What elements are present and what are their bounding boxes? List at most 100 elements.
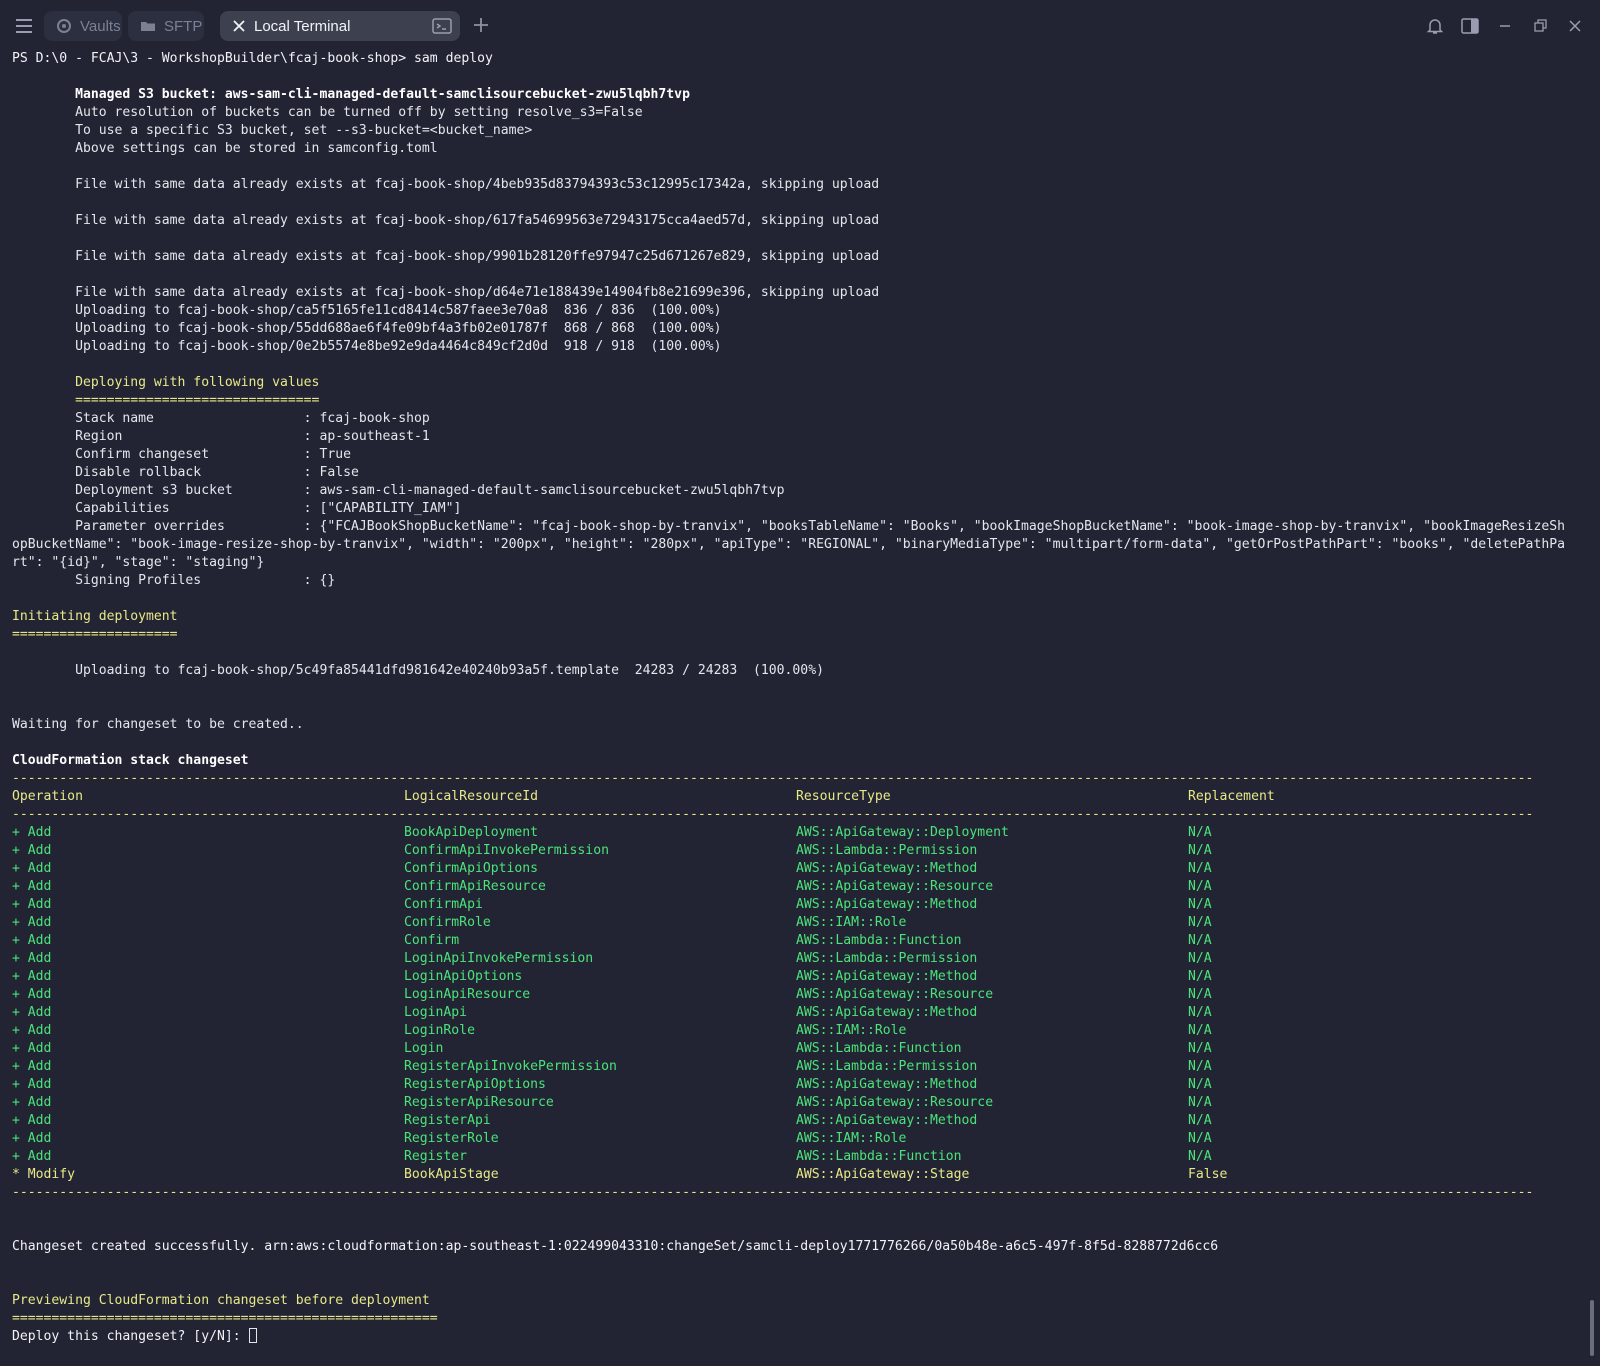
- resource-type-cell: AWS::IAM::Role: [796, 915, 907, 930]
- replacement-cell: N/A: [1188, 933, 1212, 948]
- confirm-prompt-line[interactable]: Deploy this changeset? [y/N]:: [12, 1328, 1590, 1346]
- preview-rule: ========================================…: [12, 1311, 438, 1326]
- table-row: + Add Login AWS::Lambda::Function N/A: [12, 1040, 1590, 1058]
- resource-type-cell: AWS::ApiGateway::Method: [796, 861, 978, 876]
- replacement-cell: N/A: [1188, 951, 1212, 966]
- split-view-icon[interactable]: [1459, 15, 1481, 37]
- operation-cell: + Add: [12, 861, 52, 876]
- table-row: + Add ConfirmRole AWS::IAM::Role N/A: [12, 914, 1590, 932]
- initiating-title: Initiating deployment: [12, 609, 178, 624]
- logical-resource-id-cell: RegisterApiInvokePermission: [404, 1059, 617, 1074]
- tab-local-terminal[interactable]: Local Terminal: [220, 11, 460, 41]
- restore-icon[interactable]: [1529, 15, 1551, 37]
- operation-cell: + Add: [12, 1077, 52, 1092]
- logical-resource-id-cell: RegisterApi: [404, 1113, 491, 1128]
- table-row: + Add LoginApiResource AWS::ApiGateway::Re…: [12, 986, 1590, 1004]
- operation-cell: + Add: [12, 1005, 52, 1020]
- file-exists-line: File with same data already exists at fc…: [12, 249, 880, 264]
- operation-cell: + Add: [12, 1113, 52, 1128]
- table-row: + Add ConfirmApi AWS::ApiGateway::Method N/…: [12, 896, 1590, 914]
- terminal-output[interactable]: PS D:\0 - FCAJ\3 - WorkshopBuilder\fcaj-…: [0, 50, 1590, 1366]
- s3-bucket-line: Managed S3 bucket: aws-sam-cli-managed-d…: [12, 87, 690, 102]
- tab-sftp[interactable]: SFTP: [128, 11, 204, 41]
- replacement-cell: N/A: [1188, 1041, 1212, 1056]
- resource-type-cell: AWS::Lambda::Function: [796, 1149, 962, 1164]
- bell-icon[interactable]: [1424, 15, 1446, 37]
- table-row: + Add RegisterApiInvokePermission AWS::Lam…: [12, 1058, 1590, 1076]
- operation-cell: + Add: [12, 1059, 52, 1074]
- logical-resource-id-cell: ConfirmRole: [404, 915, 491, 930]
- replacement-cell: N/A: [1188, 1005, 1212, 1020]
- replacement-cell: N/A: [1188, 1059, 1212, 1074]
- close-window-icon[interactable]: [1564, 15, 1586, 37]
- operation-cell: + Add: [12, 897, 52, 912]
- deploy-value-line: Deployment s3 bucket : aws-sam-cli-manag…: [12, 483, 785, 498]
- logical-resource-id-cell: ConfirmApiResource: [404, 879, 546, 894]
- logical-resource-id-cell: LoginApiResource: [404, 987, 531, 1002]
- replacement-cell: N/A: [1188, 1095, 1212, 1110]
- header-operation: Operation: [12, 789, 83, 804]
- operation-cell: + Add: [12, 1149, 52, 1164]
- confirm-prompt: Deploy this changeset? [y/N]:: [12, 1329, 249, 1344]
- dash-rule: ----------------------------------------…: [12, 807, 1534, 822]
- resource-type-cell: AWS::Lambda::Permission: [796, 951, 978, 966]
- replacement-cell: N/A: [1188, 843, 1212, 858]
- tab-vaults[interactable]: Vaults: [44, 11, 122, 41]
- template-upload-line: Uploading to fcaj-book-shop/5c49fa85441d…: [12, 663, 824, 678]
- operation-cell: + Add: [12, 915, 52, 930]
- table-row: + Add Confirm AWS::Lambda::Function N/A: [12, 932, 1590, 950]
- terminal-cursor[interactable]: [248, 1328, 257, 1343]
- operation-cell: + Add: [12, 951, 52, 966]
- add-tab-icon[interactable]: [470, 14, 492, 36]
- s3-info-line: Auto resolution of buckets can be turned…: [12, 105, 643, 120]
- resource-type-cell: AWS::IAM::Role: [796, 1023, 907, 1038]
- table-row: + Add RegisterApi AWS::ApiGateway::Method N…: [12, 1112, 1590, 1130]
- operation-cell: + Add: [12, 1131, 52, 1146]
- minimize-icon[interactable]: [1494, 15, 1516, 37]
- file-exists-line: File with same data already exists at fc…: [12, 177, 880, 192]
- s3-info-line: To use a specific S3 bucket, set --s3-bu…: [12, 123, 533, 138]
- scrollbar[interactable]: [1590, 52, 1594, 1366]
- replacement-cell: N/A: [1188, 1149, 1212, 1164]
- scrollbar-thumb[interactable]: [1590, 1300, 1594, 1356]
- logical-resource-id-cell: RegisterRole: [404, 1131, 499, 1146]
- resource-type-cell: AWS::ApiGateway::Resource: [796, 987, 994, 1002]
- folder-icon: [141, 22, 155, 31]
- deploy-values-rule: ===============================: [12, 393, 320, 408]
- deploy-value-line: Parameter overrides : {"FCAJBookShopBuck…: [12, 519, 1565, 534]
- resource-type-cell: AWS::ApiGateway::Method: [796, 969, 978, 984]
- resource-type-cell: AWS::ApiGateway::Resource: [796, 1095, 994, 1110]
- deploy-value-line: Stack name : fcaj-book-shop: [12, 411, 430, 426]
- logical-resource-id-cell: RegisterApiOptions: [404, 1077, 546, 1092]
- logical-resource-id-cell: ConfirmApiOptions: [404, 861, 539, 876]
- logical-resource-id-cell: ConfirmApi: [404, 897, 483, 912]
- deploy-value-line: opBucketName": "book-image-resize-shop-b…: [12, 537, 1565, 552]
- logical-resource-id-cell: LoginRole: [404, 1023, 475, 1038]
- resource-type-cell: AWS::ApiGateway::Stage: [796, 1167, 970, 1182]
- resource-type-cell: AWS::Lambda::Permission: [796, 843, 978, 858]
- operation-cell: + Add: [12, 1095, 52, 1110]
- resource-type-cell: AWS::ApiGateway::Method: [796, 1113, 978, 1128]
- replacement-cell: N/A: [1188, 1023, 1212, 1038]
- table-row: + Add ConfirmApiResource AWS::ApiGateway::…: [12, 878, 1590, 896]
- replacement-cell: N/A: [1188, 879, 1212, 894]
- replacement-cell: False: [1188, 1167, 1228, 1182]
- resource-type-cell: AWS::Lambda::Function: [796, 933, 962, 948]
- close-icon[interactable]: [232, 19, 246, 33]
- s3-info-line: Above settings can be stored in samconfi…: [12, 141, 438, 156]
- replacement-cell: N/A: [1188, 969, 1212, 984]
- operation-cell: + Add: [12, 843, 52, 858]
- table-row: * Modify BookApiStage AWS::ApiGateway::Sta…: [12, 1166, 1590, 1184]
- logical-resource-id-cell: Login: [404, 1041, 444, 1056]
- initiating-rule: =====================: [12, 627, 178, 642]
- table-row: + Add RegisterApiOptions AWS::ApiGateway::…: [12, 1076, 1590, 1094]
- replacement-cell: N/A: [1188, 897, 1212, 912]
- dash-rule: ----------------------------------------…: [12, 771, 1534, 786]
- operation-cell: + Add: [12, 987, 52, 1002]
- table-row: + Add BookApiDeployment AWS::ApiGateway::D…: [12, 824, 1590, 842]
- menu-icon[interactable]: [12, 14, 36, 38]
- table-header-row: Operation LogicalResourceId ResourceType…: [12, 788, 1590, 806]
- logical-resource-id-cell: LoginApiInvokePermission: [404, 951, 594, 966]
- table-row: + Add RegisterRole AWS::IAM::Role N/A: [12, 1130, 1590, 1148]
- resource-type-cell: AWS::Lambda::Permission: [796, 1059, 978, 1074]
